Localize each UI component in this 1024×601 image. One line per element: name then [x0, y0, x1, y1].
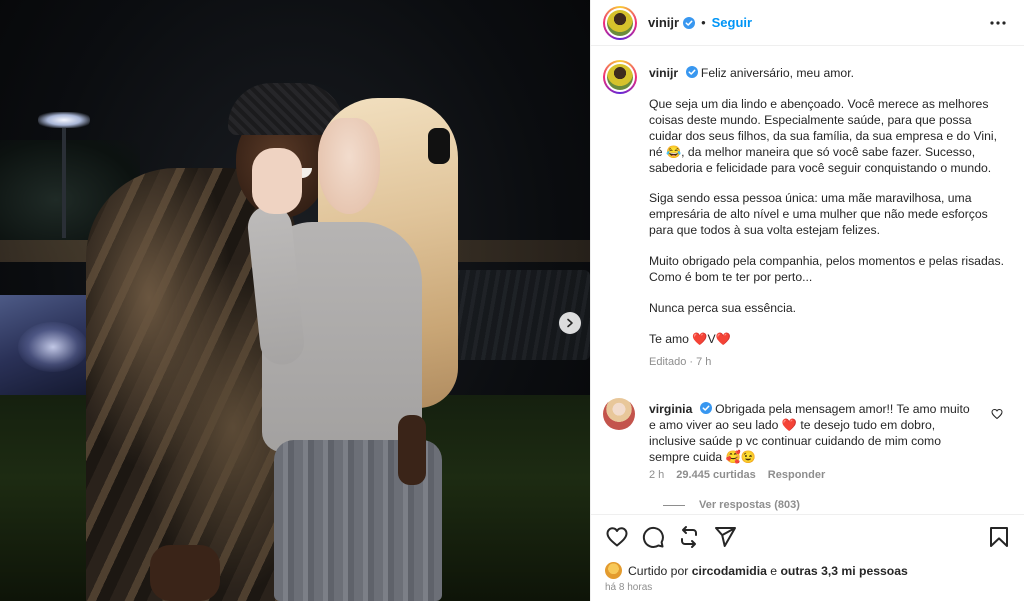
- caption-avatar[interactable]: [603, 60, 637, 94]
- heart-icon[interactable]: [991, 408, 1003, 420]
- comment-message: Obrigada pela mensagem amor!! Te amo mui…: [649, 402, 970, 464]
- view-replies-label: Ver respostas (803): [699, 499, 800, 511]
- comment-avatar[interactable]: [603, 398, 635, 430]
- view-replies-button[interactable]: Ver respostas (803): [663, 499, 800, 511]
- post-photo: [0, 0, 590, 601]
- edited-timestamp: Editado · 7 h: [649, 355, 712, 368]
- liked-by-prefix: Curtido por: [628, 563, 689, 578]
- verified-badge-icon: [683, 16, 696, 29]
- caption-paragraph: Que seja um dia lindo e abençoado. Você …: [649, 96, 997, 175]
- author-username[interactable]: vinijr: [648, 15, 679, 30]
- comment-text: virginia Obrigada pela mensagem amor!! T…: [649, 402, 979, 466]
- action-buttons: [605, 525, 737, 549]
- comment-author[interactable]: virginia: [649, 402, 692, 416]
- man-hand-on-waist: [398, 415, 426, 485]
- woman-hair-bow: [428, 128, 450, 164]
- separator-dot: •: [701, 15, 706, 30]
- caption-paragraph: Muito obrigado pela companhia, pelos mom…: [649, 254, 1004, 285]
- man-hand: [150, 545, 220, 601]
- caption-paragraph: Te amo ❤️V❤️: [649, 331, 731, 346]
- verified-badge-icon: [685, 66, 698, 78]
- repost-icon[interactable]: [677, 525, 701, 549]
- liked-by-middle: e: [770, 563, 778, 578]
- caption-paragraph: Siga sendo essa pessoa única: uma mãe ma…: [649, 191, 988, 238]
- more-options-button[interactable]: [989, 14, 1007, 32]
- background-light: [38, 112, 90, 128]
- post-actions-bar: Curtido por circodamidia e outras 3,3 mi…: [591, 514, 1024, 601]
- reply-button[interactable]: Responder: [768, 469, 825, 481]
- woman-face: [318, 118, 380, 214]
- lamp-pole: [62, 128, 66, 238]
- comment-icon[interactable]: [641, 525, 665, 549]
- post-timestamp: há 8 horas: [605, 582, 653, 593]
- woman-hand: [252, 148, 302, 214]
- comment-likes[interactable]: 29.445 curtidas: [676, 469, 756, 481]
- send-icon[interactable]: [713, 525, 737, 549]
- liker-avatar[interactable]: [605, 562, 622, 579]
- liked-by-line: Curtido por circodamidia e outras 3,3 mi…: [605, 562, 908, 579]
- follow-button[interactable]: Seguir: [712, 15, 752, 30]
- more-options-icon: [990, 21, 1006, 25]
- replies-divider: [663, 504, 685, 506]
- avatar[interactable]: [603, 5, 637, 40]
- heart-icon[interactable]: [605, 525, 629, 549]
- post-side-panel: vinijr • Seguir vinijr Feliz aniversário…: [590, 0, 1024, 601]
- comment-meta: 2 h 29.445 curtidas Responder: [649, 469, 825, 481]
- carousel-next-button[interactable]: [559, 312, 581, 334]
- post-header: vinijr • Seguir: [591, 0, 1024, 46]
- liked-by-others[interactable]: outras 3,3 mi pessoas: [780, 564, 907, 578]
- bookmark-icon[interactable]: [987, 525, 1011, 549]
- caption-author[interactable]: vinijr: [649, 66, 678, 80]
- liked-by-user[interactable]: circodamidia: [692, 564, 767, 578]
- pool-reflection: [18, 322, 88, 372]
- chevron-right-icon: [567, 318, 573, 328]
- caption-text: vinijr Feliz aniversário, meu amor. Que …: [649, 66, 1004, 371]
- caption-paragraph: Nunca perca sua essência.: [649, 300, 797, 315]
- verified-badge-icon: [699, 402, 712, 414]
- comment-time: 2 h: [649, 469, 665, 481]
- avatar-image: [607, 9, 633, 36]
- caption-title: Feliz aniversário, meu amor.: [700, 66, 854, 80]
